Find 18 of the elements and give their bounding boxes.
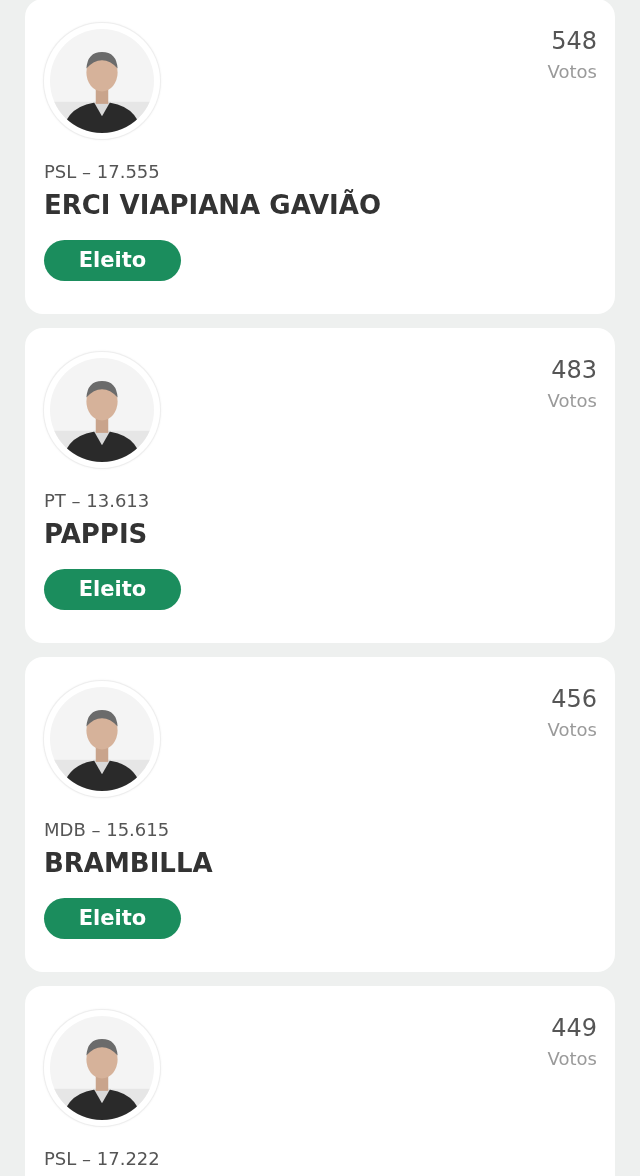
candidate-name: PAPPIS <box>44 519 149 549</box>
votes-label: Votos <box>547 61 597 82</box>
candidate-name: ERCI VIAPIANA GAVIÃO <box>44 190 382 220</box>
status-badge: Eleito <box>44 240 181 281</box>
votes-label: Votos <box>547 719 597 740</box>
status-badge: Eleito <box>44 898 181 939</box>
party-number: MDB – 15.615 <box>44 819 171 840</box>
party-number: PSL – 17.222 <box>44 1148 161 1169</box>
votes-label: Votos <box>547 390 597 411</box>
vote-count: 483 <box>551 356 597 384</box>
vote-count: 449 <box>551 1014 597 1042</box>
vote-count: 456 <box>551 685 597 713</box>
party-number: PSL – 17.555 <box>44 161 161 182</box>
party-number: PT – 13.613 <box>44 490 151 511</box>
status-badge: Eleito <box>44 569 181 610</box>
votes-label: Votos <box>547 1048 597 1069</box>
candidate-name: BRAMBILLA <box>44 848 214 878</box>
vote-count: 548 <box>551 27 597 55</box>
